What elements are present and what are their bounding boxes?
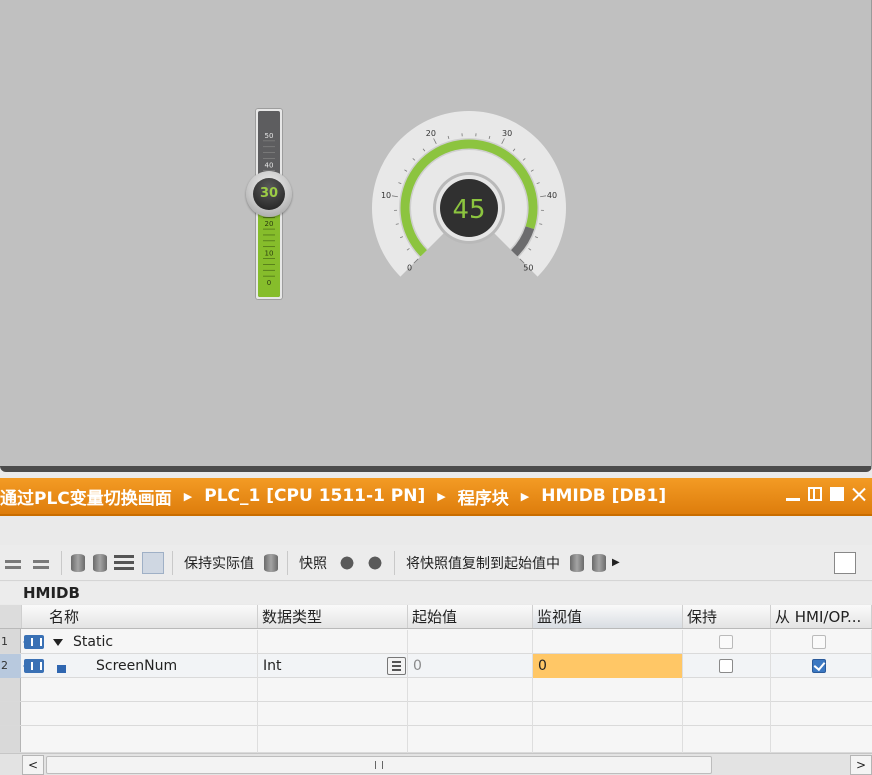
- slider-control[interactable]: 50403020100 30: [246, 108, 292, 300]
- title-bar-underline: [0, 514, 872, 516]
- hmi-access-checkbox[interactable]: [812, 635, 826, 649]
- toolbar-separator: [172, 550, 173, 575]
- block-name: HMIDB: [0, 582, 872, 604]
- gauge-tick-label: 40: [547, 191, 557, 200]
- row-type[interactable]: Int: [258, 654, 408, 678]
- gauge-tick-label: 10: [381, 191, 391, 200]
- retain-checkbox[interactable]: [719, 635, 733, 649]
- row-retain-cell: [683, 630, 771, 654]
- toolbar-separator: [394, 550, 395, 575]
- gauge-tick-label: 50: [523, 263, 533, 272]
- monitor-all-icon[interactable]: [142, 551, 164, 574]
- editor-title-bar: 通过PLC变量切换画面 ▶ PLC_1 [CPU 1511-1 PN] ▶ 程序…: [0, 478, 872, 514]
- hmi-screen: 50 40 30 20 10 0 30 0 10 20 30 40 50 45: [0, 0, 872, 472]
- empty-row: [0, 726, 872, 753]
- data-type-browse-icon[interactable]: [387, 657, 406, 675]
- slider-tick-label: 0: [267, 279, 271, 287]
- add-row-icon[interactable]: [31, 551, 53, 574]
- row-monitor-value[interactable]: 0: [533, 654, 683, 678]
- header-monitor-value[interactable]: 监视值: [533, 605, 683, 628]
- row-number[interactable]: 2: [0, 654, 21, 678]
- row-hmi-cell: [771, 630, 872, 654]
- breadcrumb-project[interactable]: 通过PLC变量切换画面: [0, 484, 172, 509]
- gauge-tick-label: 20: [426, 129, 436, 138]
- scrollbar-thumb[interactable]: [46, 756, 712, 774]
- load-start-values-icon[interactable]: [570, 553, 584, 572]
- update-interface-icon[interactable]: [93, 553, 107, 572]
- slider-tick-label: 10: [265, 250, 274, 258]
- breadcrumb-separator-icon: ▶: [183, 489, 193, 503]
- db-in-icon: [23, 635, 44, 649]
- keep-actual-values-button[interactable]: 保持实际值: [184, 553, 254, 573]
- row-name[interactable]: Static: [45, 630, 258, 654]
- window-controls: [786, 487, 866, 501]
- header-name[interactable]: 名称: [45, 605, 258, 628]
- slider-tick-label: 40: [265, 161, 274, 169]
- user-view-icon[interactable]: [834, 551, 856, 574]
- gauge-tick-label: 30: [502, 129, 512, 138]
- load-start-values-as-actual-icon[interactable]: [592, 553, 606, 572]
- breadcrumb-program-blocks[interactable]: 程序块: [458, 484, 509, 509]
- row-monitor-value: [533, 630, 683, 654]
- toolbar-separator: [61, 550, 62, 575]
- gauge-tick-label: 0: [407, 263, 412, 272]
- slider-value: 30: [253, 177, 285, 210]
- float-window-icon[interactable]: [808, 487, 822, 501]
- slider-knob[interactable]: 30: [246, 170, 292, 217]
- db-in-icon: [23, 659, 44, 673]
- reset-start-values-icon[interactable]: [71, 553, 85, 572]
- empty-row: [0, 702, 872, 726]
- breadcrumb-separator-icon: ▶: [520, 489, 530, 503]
- row-start-value[interactable]: [408, 630, 533, 654]
- load-snapshot-icon[interactable]: [264, 553, 278, 572]
- slider-tick-label: 50: [265, 132, 274, 140]
- header-hmi-access[interactable]: 从 HMI/OP...: [771, 605, 872, 628]
- toolbar-separator: [287, 550, 288, 575]
- copy-snapshot-icon[interactable]: [364, 551, 386, 574]
- scroll-left-icon[interactable]: <: [22, 755, 44, 775]
- header-data-type[interactable]: 数据类型: [258, 605, 408, 628]
- table-row[interactable]: 2 ScreenNum Int 0 0: [0, 654, 872, 678]
- header-start-value[interactable]: 起始值: [408, 605, 533, 628]
- take-snapshot-icon[interactable]: [336, 551, 358, 574]
- row-hmi-cell: [771, 654, 872, 678]
- slider-tick-label: 20: [265, 220, 274, 228]
- retain-checkbox[interactable]: [719, 659, 733, 673]
- expanded-view-icon[interactable]: [114, 551, 136, 574]
- breadcrumb-separator-icon: ▶: [437, 489, 446, 503]
- header-rownum: [0, 605, 22, 628]
- row-number[interactable]: 1: [0, 630, 21, 654]
- scroll-right-icon[interactable]: >: [850, 755, 872, 775]
- row-type[interactable]: [258, 630, 408, 654]
- db-table: 名称 数据类型 起始值 监视值 保持 从 HMI/OP... 1 Static …: [0, 605, 872, 753]
- table-header: 名称 数据类型 起始值 监视值 保持 从 HMI/OP...: [0, 605, 872, 629]
- breadcrumb-db[interactable]: HMIDB [DB1]: [541, 486, 666, 506]
- copy-snapshot-to-start-button[interactable]: 将快照值复制到起始值中: [406, 553, 560, 573]
- hmi-access-checkbox[interactable]: [812, 659, 826, 673]
- empty-row: [0, 678, 872, 702]
- gauge: 0 10 20 30 40 50 45: [370, 110, 568, 290]
- close-icon[interactable]: [852, 487, 866, 501]
- toolbar-overflow-icon[interactable]: ▶: [612, 557, 620, 568]
- minimize-icon[interactable]: [786, 491, 800, 501]
- breadcrumb-plc[interactable]: PLC_1 [CPU 1511-1 PN]: [204, 486, 425, 506]
- snapshot-button[interactable]: 快照: [299, 553, 327, 573]
- db-toolbar: 保持实际值 快照 将快照值复制到起始值中 ▶: [0, 545, 872, 581]
- row-start-value[interactable]: 0: [408, 654, 533, 678]
- table-row[interactable]: 1 Static: [0, 630, 872, 654]
- maximize-icon[interactable]: [830, 487, 844, 501]
- gauge-value: 45: [452, 195, 486, 225]
- horizontal-scrollbar[interactable]: < >: [0, 753, 872, 775]
- header-retain[interactable]: 保持: [683, 605, 771, 628]
- row-name[interactable]: ScreenNum: [45, 654, 258, 678]
- insert-row-icon[interactable]: [3, 551, 25, 574]
- row-retain-cell: [683, 654, 771, 678]
